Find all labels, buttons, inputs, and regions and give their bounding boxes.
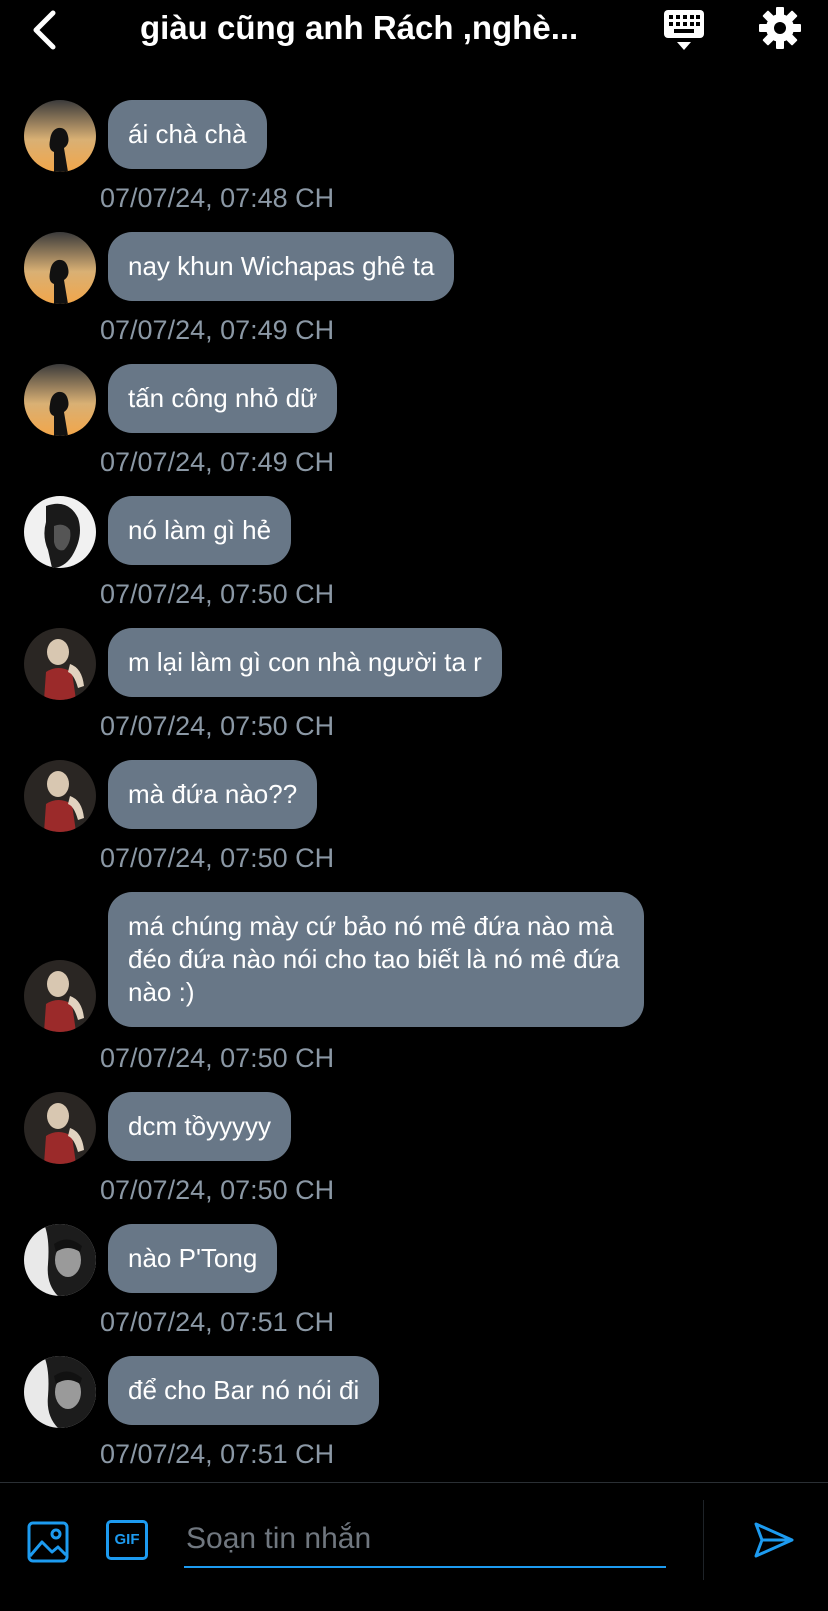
message-timestamp: 07/07/24, 07:48 CH [100, 183, 335, 213]
avatar-bw-man[interactable] [24, 1356, 96, 1428]
message-timestamp: 07/07/24, 07:50 CH [100, 1175, 335, 1205]
message-bubble[interactable]: mà đứa nào?? [108, 760, 318, 829]
message-timestamp: 07/07/24, 07:51 CH [100, 1439, 335, 1469]
message-bubble[interactable]: nào P'Tong [108, 1224, 278, 1293]
message-list[interactable]: ái chà chà 07/07/24, 07:48 CH nay khun W… [0, 0, 828, 1480]
message-input[interactable] [184, 1512, 666, 1568]
message-bubble[interactable]: ái chà chà [108, 100, 267, 169]
message-timestamp: 07/07/24, 07:50 CH [100, 843, 335, 873]
message-bubble[interactable]: tấn công nhỏ dữ [108, 364, 338, 433]
message-timestamp: 07/07/24, 07:50 CH [100, 579, 335, 609]
send-icon[interactable] [752, 1518, 796, 1562]
message-timestamp: 07/07/24, 07:49 CH [100, 315, 335, 345]
message-timestamp: 07/07/24, 07:49 CH [100, 447, 335, 477]
message-bubble[interactable]: nó làm gì hẻ [108, 496, 292, 565]
avatar-red-outfit[interactable] [24, 960, 96, 1032]
avatar-bw-man[interactable] [24, 1224, 96, 1296]
message-bubble[interactable]: nay khun Wichapas ghê ta [108, 232, 455, 301]
composer-divider [0, 1482, 828, 1483]
message-timestamp: 07/07/24, 07:51 CH [100, 1307, 335, 1337]
message-timestamp: 07/07/24, 07:50 CH [100, 711, 335, 741]
avatar-red-outfit[interactable] [24, 760, 96, 832]
message-bubble[interactable]: má chúng mày cứ bảo nó mê đứa nào mà đéo… [108, 892, 644, 1027]
avatar-silhouette-sunset[interactable] [24, 364, 96, 436]
message-bubble[interactable]: m lại làm gì con nhà người ta r [108, 628, 502, 697]
avatar-red-outfit[interactable] [24, 628, 96, 700]
composer-separator [703, 1500, 704, 1580]
message-timestamp: 07/07/24, 07:50 CH [100, 1043, 335, 1073]
avatar-red-outfit[interactable] [24, 1092, 96, 1164]
avatar-silhouette-sunset[interactable] [24, 232, 96, 304]
message-bubble[interactable]: để cho Bar nó nói đi [108, 1356, 380, 1425]
avatar-silhouette-sunset[interactable] [24, 100, 96, 172]
gif-button[interactable]: GIF [106, 1520, 148, 1560]
avatar-bw-portrait[interactable] [24, 496, 96, 568]
image-icon[interactable] [26, 1520, 70, 1564]
message-bubble[interactable]: dcm tồyyyyy [108, 1092, 292, 1161]
